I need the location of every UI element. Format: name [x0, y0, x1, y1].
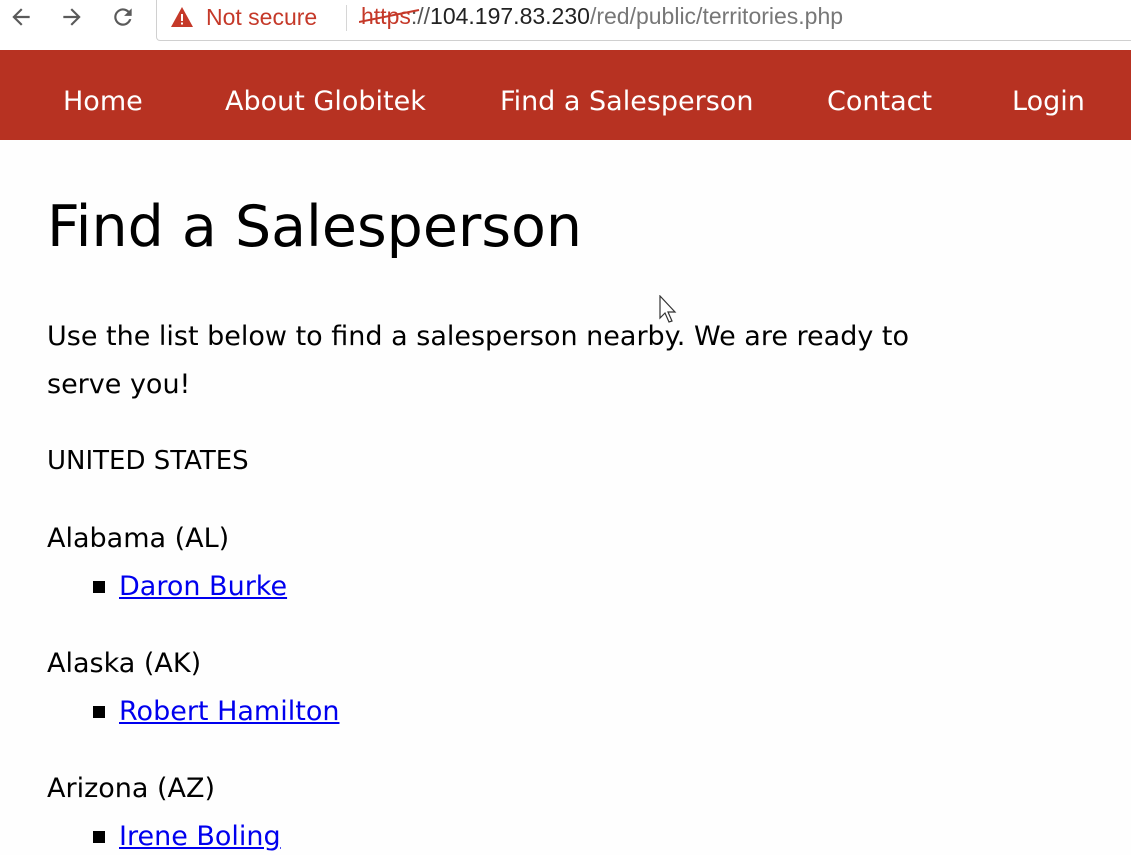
nav-contact-link[interactable]: Contact — [827, 86, 932, 118]
salesperson-link[interactable]: Robert Hamilton — [119, 694, 339, 730]
bullet-icon — [93, 706, 105, 718]
salesperson-list-item: Robert Hamilton — [93, 694, 339, 730]
nav-home-link[interactable]: Home — [63, 86, 143, 118]
security-indicator[interactable]: Not secure — [170, 3, 317, 31]
url-host: 104.197.83.230 — [430, 3, 590, 29]
site-navigation: Home About Globitek Find a Salesperson C… — [0, 50, 1131, 140]
nav-find-salesperson-link[interactable]: Find a Salesperson — [500, 86, 753, 118]
intro-text: Use the list below to find a salesperson… — [47, 321, 909, 400]
back-button[interactable] — [5, 2, 37, 32]
url-scheme: https — [359, 3, 420, 29]
arrow-right-icon — [63, 8, 81, 26]
salesperson-list-item: Irene Boling — [93, 819, 281, 855]
reload-button[interactable] — [107, 2, 139, 32]
forward-button[interactable] — [56, 2, 88, 32]
salesperson-link[interactable]: Daron Burke — [119, 569, 287, 605]
salesperson-link[interactable]: Irene Boling — [119, 819, 281, 855]
security-label: Not secure — [206, 3, 318, 30]
salesperson-list-item: Daron Burke — [93, 569, 287, 605]
country-heading: UNITED STATES — [47, 446, 249, 476]
bullet-icon — [93, 831, 105, 843]
nav-about-link[interactable]: About Globitek — [225, 86, 426, 118]
strikethrough-icon — [359, 9, 420, 23]
reload-icon — [114, 8, 132, 26]
arrow-left-icon — [12, 8, 30, 26]
warning-icon — [171, 7, 193, 27]
bullet-icon — [93, 581, 105, 593]
page-title: Find a Salesperson — [47, 194, 583, 260]
state-name: Alabama (AL) — [47, 523, 230, 554]
url-path: /red/public/territories.php — [589, 3, 844, 29]
url-text[interactable]: https://104.197.83.230/red/public/territ… — [359, 3, 844, 30]
omnibox-divider — [346, 5, 347, 31]
state-name: Alaska (AK) — [47, 648, 202, 679]
state-name: Arizona (AZ) — [47, 773, 216, 804]
browser-toolbar: Not secure https://104.197.83.230/red/pu… — [0, 0, 1131, 50]
nav-login-link[interactable]: Login — [1012, 86, 1085, 118]
mouse-cursor-icon — [659, 295, 677, 323]
